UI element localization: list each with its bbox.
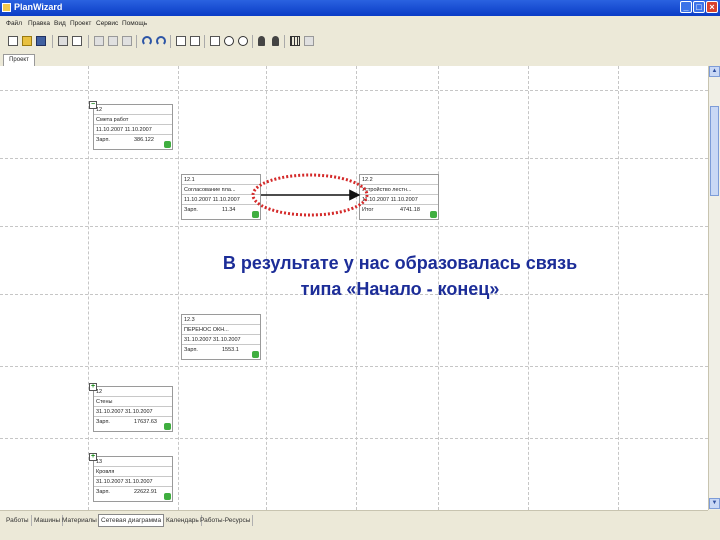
tab-works-resources[interactable]: Работы-Ресурсы — [198, 515, 254, 526]
tab-works[interactable]: Работы — [4, 515, 32, 526]
scroll-down-icon[interactable]: ▼ — [709, 498, 720, 509]
tab-calendar[interactable]: Календарь — [164, 515, 202, 526]
corner-box — [708, 510, 720, 540]
tab-network-diagram[interactable]: Сетевая диаграмма — [98, 514, 165, 527]
tab-machines[interactable]: Машины — [32, 515, 64, 526]
caption-line-1: В результате у нас образовалась связь — [222, 253, 578, 273]
scroll-up-icon[interactable]: ▲ — [709, 66, 720, 77]
tab-materials[interactable]: Материалы — [60, 515, 100, 526]
vertical-scrollbar[interactable]: ▲ ▼ — [708, 66, 720, 510]
caption-line-2: типа «Начало - конец» — [300, 279, 500, 299]
caption: В результате у нас образовалась связь ти… — [150, 250, 650, 302]
scrollbar-thumb[interactable] — [710, 106, 719, 196]
bottom-tab-bar: Работы Машины Материалы Сетевая диаграмм… — [0, 510, 708, 540]
